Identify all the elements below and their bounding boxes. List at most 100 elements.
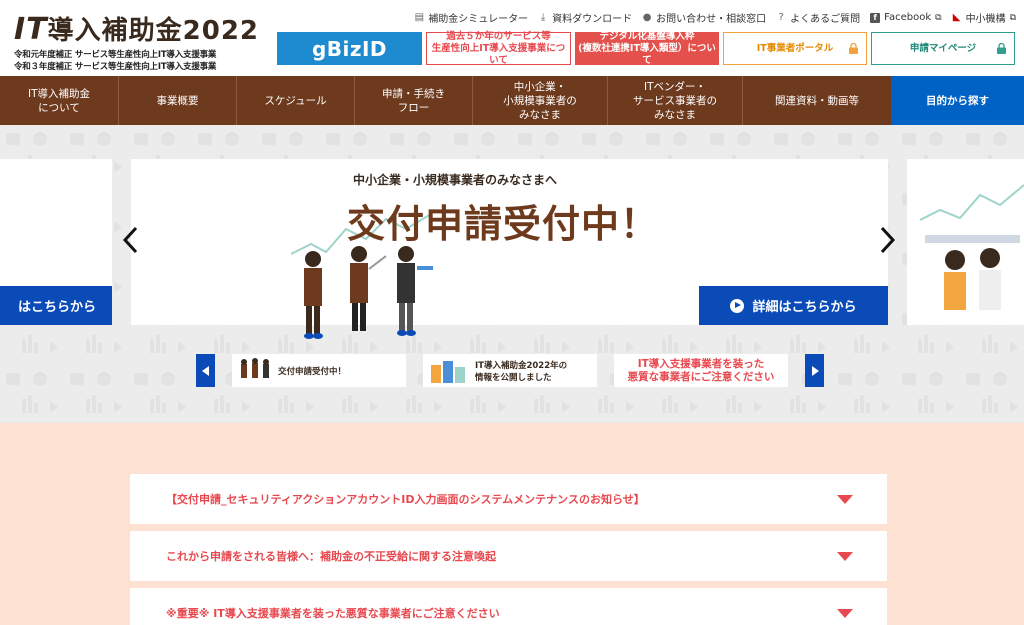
application-mypage-button[interactable]: 申請マイページ [871,32,1015,65]
site-header: IT導入補助金2022 令和元年度補正 サービス等生産性向上IT導入支援事業 令… [0,0,1024,76]
digital-base-line1: デジタル化基盤導入枠 [599,30,695,42]
facebook-link[interactable]: f Facebook ⧉ [870,10,942,25]
nav-vendor-line3: みなさま [654,108,696,121]
thumbnail-application-label: 交付申請受付中！ [278,366,347,377]
thumbnail-next-button[interactable] [805,354,824,387]
nav-flow-line2: フロー [397,101,430,114]
notice-title: これから申請をされる皆様へ：補助金の不正受給に関する注意喚起 [166,550,496,563]
faq-label: よくあるご質問 [790,14,861,25]
nav-vendor-line2: サービス事業者の [633,94,717,107]
site-logo[interactable]: IT導入補助金2022 令和元年度補正 サービス等生産性向上IT導入支援事業 令… [14,10,259,73]
thumbnail-application[interactable]: 交付申請受付中！ [232,354,406,387]
thumbnail-info-label: IT導入補助金2022年の 情報を公開しました [475,359,567,383]
simulator-label: 補助金シミュレーター [428,14,529,25]
lock-icon [997,43,1006,54]
nav-search-by-purpose-label: 目的から探す [926,94,989,107]
notice-title: 【交付申請_セキュリティアクションアカウントID入力画面のシステムメンテナンスの… [166,493,645,506]
notice-list: 【交付申請_セキュリティアクションアカウントID入力画面のシステムメンテナンスの… [130,474,887,625]
nav-sme-line3: みなさま [519,108,561,121]
lock-icon [849,43,858,54]
nav-about-label: IT導入補助金 について [28,87,90,115]
slide-title: 交付申請受付中！ [347,202,660,246]
simulator-link[interactable]: ▤ 補助金シミュレーター [414,10,529,25]
slide-detail-button[interactable]: 詳細はこちらから [699,286,888,325]
it-vendor-portal-label: IT事業者ポータル [756,42,834,54]
global-nav: IT導入補助金 について 事業概要 スケジュール 申請・手続き フロー 中小企業・小… [0,76,1024,125]
chevron-down-icon [837,608,853,618]
smrj-link[interactable]: ◣ 中小機構 ⧉ [952,10,1016,25]
nav-sme[interactable]: 中小企業・ 小規模事業者の みなさま [472,76,607,125]
nav-sme-label: 中小企業・ 小規模事業者の みなさま [503,80,577,122]
calculator-icon: ▤ [414,11,425,23]
past-programs-button[interactable]: 過去５か年のサービス等 生産性向上IT導入支援事業について [426,30,571,66]
facebook-icon: f [870,12,881,23]
notice-section: 【交付申請_セキュリティアクションアカウントID入力画面のシステムメンテナンスの… [0,423,1024,625]
thumbnail-warning-line1: IT導入支援事業者を装った [637,357,765,370]
smrj-logo-icon: ◣ [952,11,961,23]
smrj-label: 中小機構 [965,14,1006,25]
external-link-icon: ⧉ [935,12,942,23]
next-slide-peek[interactable] [907,159,1024,325]
office-thumb-icon [431,360,465,383]
logo-subtitle-1: 令和元年度補正 サービス等生産性向上IT導入支援事業 [14,50,217,60]
carousel-prev-arrow[interactable] [121,225,139,255]
utility-links: ▤ 補助金シミュレーター ⤓ 資料ダウンロード ● お問い合わせ・相談窓口 ? … [414,10,1016,25]
thumbnail-info-line1: IT導入補助金2022年の [475,360,568,371]
notice-item[interactable]: 【交付申請_セキュリティアクションアカウントID入力画面のシステムメンテナンスの… [130,474,887,524]
previous-slide-detail-label: はこちらから [17,300,96,315]
thumbnail-prev-button[interactable] [196,354,215,387]
carousel-next-arrow[interactable] [879,225,897,255]
office-workers-illustration [920,184,1024,310]
logo-it: IT [14,12,48,47]
nav-flow[interactable]: 申請・手続き フロー [354,76,472,125]
slide-detail-label: 詳細はこちらから [752,300,857,315]
workers-thumb-icon [241,357,269,378]
contact-link[interactable]: ● お問い合わせ・相談窓口 [642,10,766,25]
notice-item[interactable]: ※重要※ IT導入支援事業者を装った悪質な事業者にご注意ください [130,588,887,625]
digital-base-label: デジタル化基盤導入枠 (複数社連携IT導入類型）について [575,31,719,67]
chevron-down-icon [837,551,853,561]
past-programs-line1: 過去５か年のサービス等 [446,30,551,42]
person-icon: ● [642,11,652,23]
gbizid-label: gBizID [311,36,388,61]
it-vendor-portal-button[interactable]: IT事業者ポータル [723,32,867,65]
previous-slide-detail-button[interactable]: はこちらから [0,286,112,325]
past-programs-line2: 生産性向上IT導入支援事業について [431,42,566,66]
thumbnail-warning-line2: 悪質な事業者にご注意ください [627,370,775,383]
logo-subtitle-2: 令和３年度補正 サービス等生産性向上IT導入支援事業 [14,62,217,72]
carousel-thumbnails: 交付申請受付中！ IT導入補助金2022年の 情報を公開しました IT導入支援事業… [196,354,824,389]
caret-left-icon [201,365,209,376]
nav-overview-label: 事業概要 [156,94,199,107]
nav-vendor-label: ITベンダー・ サービス事業者の みなさま [633,80,717,122]
external-link-icon: ⧉ [1009,12,1016,23]
nav-search-by-purpose[interactable]: 目的から探す [891,76,1024,125]
nav-schedule[interactable]: スケジュール [236,76,354,125]
nav-sme-line1: 中小企業・ [513,80,567,93]
download-link[interactable]: ⤓ 資料ダウンロード [538,10,632,25]
digital-base-button[interactable]: デジタル化基盤導入枠 (複数社連携IT導入類型）について [575,31,719,67]
notice-item[interactable]: これから申請をされる皆様へ：補助金の不正受給に関する注意喚起 [130,531,887,581]
header-buttons: gBizID 過去５か年のサービス等 生産性向上IT導入支援事業について デジタ… [277,30,1015,67]
notice-title: ※重要※ IT導入支援事業者を装った悪質な事業者にご注意ください [166,607,500,620]
nav-materials[interactable]: 関連資料・動画等 [742,76,891,125]
logo-title-rest: 導入補助金2022 [47,16,260,46]
nav-sme-line2: 小規模事業者の [503,94,577,107]
nav-about[interactable]: IT導入補助金 について [0,76,118,125]
nav-vendor-line1: ITベンダー・ [643,80,706,93]
download-icon: ⤓ [540,11,546,23]
faq-link[interactable]: ? よくあるご質問 [776,10,860,25]
digital-base-line2: (複数社連携IT導入類型）について [578,42,716,66]
question-icon: ? [778,11,784,23]
thumbnail-info-published[interactable]: IT導入補助金2022年の 情報を公開しました [423,354,597,387]
application-mypage-label: 申請マイページ [909,42,977,54]
logo-title: IT導入補助金2022 [14,10,259,47]
nav-vendor[interactable]: ITベンダー・ サービス事業者の みなさま [607,76,742,125]
nav-materials-label: 関連資料・動画等 [775,94,859,107]
nav-overview[interactable]: 事業概要 [118,76,236,125]
contact-label: お問い合わせ・相談窓口 [656,14,767,25]
gbizid-button[interactable]: gBizID [277,32,422,65]
play-circle-icon [730,298,745,313]
thumbnail-fraud-warning[interactable]: IT導入支援事業者を装った 悪質な事業者にご注意ください [614,354,788,387]
thumbnail-warning-label: IT導入支援事業者を装った 悪質な事業者にご注意ください [628,358,775,384]
nav-flow-line1: 申請・手続き [382,87,445,100]
